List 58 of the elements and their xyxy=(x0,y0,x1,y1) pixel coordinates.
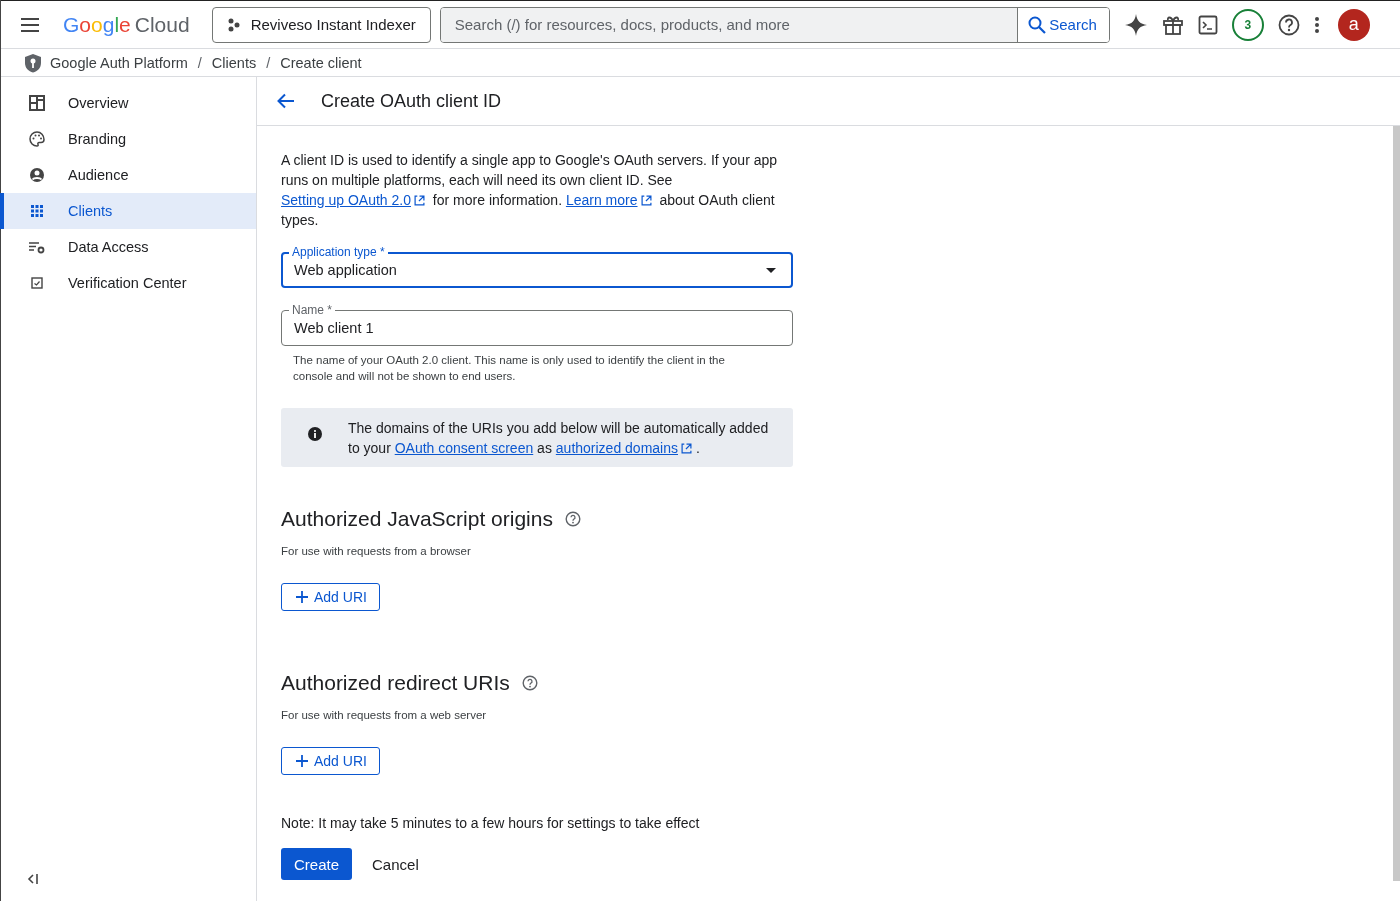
layout-icon xyxy=(28,94,46,112)
section-subtitle: For use with requests from a browser xyxy=(281,545,472,557)
section-title: Authorized JavaScript origins xyxy=(281,507,553,531)
checkbox-icon xyxy=(28,274,46,292)
link[interactable]: Learn more xyxy=(565,192,638,208)
note-text: Note: It may take 5 minutes to a few hours for settings to take effect xyxy=(281,815,701,831)
link[interactable]: authorized domains xyxy=(555,440,678,456)
breadcrumb-separator: / xyxy=(266,54,271,71)
add-uri-button[interactable]: Add URI xyxy=(281,747,380,775)
breadcrumb-separator: / xyxy=(197,54,202,71)
back-arrow-icon[interactable] xyxy=(277,93,295,109)
palette-icon xyxy=(28,130,46,148)
scrollbar[interactable] xyxy=(1393,126,1400,881)
grid-icon xyxy=(28,202,46,220)
sidebar-item[interactable]: Branding xyxy=(0,121,256,157)
breadcrumb-link[interactable]: Clients xyxy=(211,54,257,71)
info-text: The domains of the URIs you add below will be automatically added to your OAuth consent screen as authorized domains . xyxy=(348,419,770,458)
menu-icon[interactable] xyxy=(20,17,40,32)
description-text: A client ID is used to identify a single app to Google's OAuth servers. If your app runs on multiple platforms, each will need its own client ID. See Setting up OAuth 2.0 for more information. Learn more about OAuth client types. xyxy=(281,151,779,230)
help-icon[interactable] xyxy=(1277,13,1300,36)
external-link-icon[interactable] xyxy=(681,443,692,454)
section-subtitle: For use with requests from a web server xyxy=(281,709,488,721)
helper-text: The name of your OAuth 2.0 client. This name is only used to identify the client in the console and will not be shown to end users. xyxy=(293,353,726,384)
field-label: Name * xyxy=(289,303,335,317)
section-title: Authorized redirect URIs xyxy=(281,671,510,695)
collapse-icon[interactable] xyxy=(26,873,40,885)
sidebar-item[interactable]: Audience xyxy=(0,157,256,193)
help-icon[interactable] xyxy=(521,675,538,691)
sidebar-item[interactable]: Overview xyxy=(0,85,256,121)
sidebar-item[interactable]: Data Access xyxy=(0,229,256,265)
help-icon[interactable] xyxy=(564,511,581,527)
dropdown-caret-icon xyxy=(766,267,776,273)
link[interactable]: OAuth consent screen xyxy=(394,440,534,456)
external-link-icon[interactable] xyxy=(414,195,425,206)
info-icon xyxy=(308,427,322,441)
page-title: Create OAuth client ID xyxy=(321,90,502,112)
project-picker[interactable]: Reviveso Instant Indexer xyxy=(211,6,431,43)
sidebar-item[interactable]: Clients xyxy=(0,193,256,229)
plus-icon xyxy=(296,591,308,603)
more-vertical-icon[interactable] xyxy=(1313,15,1320,34)
plus-icon xyxy=(296,755,308,767)
avatar[interactable]: a xyxy=(1337,8,1370,41)
field-value: Web application xyxy=(294,262,398,278)
create-button[interactable]: Create xyxy=(281,848,353,880)
field-label: Application type * xyxy=(289,245,388,259)
notification-count[interactable]: 3 xyxy=(1231,8,1264,41)
shield-key-icon xyxy=(24,52,42,73)
person-icon xyxy=(28,166,46,184)
external-link-icon[interactable] xyxy=(640,195,652,206)
link[interactable]: Setting up OAuth 2.0 xyxy=(281,192,411,208)
logo-text[interactable]: Google xyxy=(63,12,131,37)
logo-text[interactable]: Cloud xyxy=(134,12,190,37)
sidebar-item[interactable]: Verification Center xyxy=(0,265,256,301)
breadcrumb-link[interactable]: Google Auth Platform xyxy=(50,54,188,71)
cancel-button[interactable]: Cancel xyxy=(358,848,433,880)
add-uri-button[interactable]: Add URI xyxy=(281,583,380,611)
terminal-icon[interactable] xyxy=(1197,14,1218,35)
hexagon-dots-icon xyxy=(226,17,241,32)
